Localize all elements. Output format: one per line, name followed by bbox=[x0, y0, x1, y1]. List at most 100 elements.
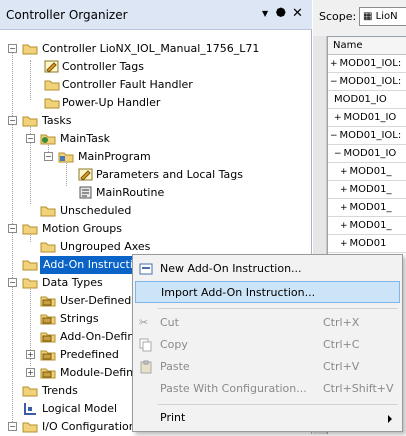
expand-icon[interactable]: + bbox=[340, 239, 348, 249]
tree-item-power-up-handler[interactable]: Power-Up Handler bbox=[0, 94, 312, 112]
expand-icon[interactable]: + bbox=[334, 113, 342, 123]
tag-row[interactable]: + MOD01_IO bbox=[328, 109, 406, 127]
new-instruction-icon bbox=[139, 262, 153, 276]
tree-item-label: Controller Fault Handler bbox=[62, 78, 193, 91]
cut-icon: ✂ bbox=[139, 316, 149, 329]
tags-icon bbox=[44, 60, 60, 73]
tag-row[interactable]: MOD01_IO bbox=[328, 91, 406, 109]
tag-row[interactable]: + MOD01_IOL: bbox=[328, 55, 406, 73]
tag-row[interactable]: + MOD01_ bbox=[328, 163, 406, 181]
menu-item-label: Import Add-On Instruction... bbox=[161, 286, 316, 299]
collapse-icon[interactable]: − bbox=[8, 44, 17, 53]
dropdown-icon[interactable]: ▼ bbox=[262, 9, 268, 18]
folder-icon bbox=[22, 420, 38, 433]
data-type-icon bbox=[40, 366, 56, 379]
folder-icon bbox=[44, 78, 60, 91]
close-icon[interactable]: ✕ bbox=[292, 6, 303, 21]
tree-item-label: Power-Up Handler bbox=[62, 96, 161, 109]
tag-row[interactable]: − MOD01_IOL: bbox=[328, 127, 406, 145]
menu-shortcut: Ctrl+C bbox=[323, 338, 360, 351]
tree-item-label: Strings bbox=[60, 312, 99, 325]
column-header-name[interactable]: Name bbox=[328, 37, 406, 55]
tree-item-controller-fault-handler[interactable]: Controller Fault Handler bbox=[0, 76, 312, 94]
expand-icon[interactable]: + bbox=[340, 167, 348, 177]
data-type-icon bbox=[40, 312, 56, 325]
menu-item-paste[interactable]: Paste Ctrl+V bbox=[135, 356, 400, 378]
menu-item-label: Paste bbox=[160, 360, 190, 373]
data-type-icon bbox=[40, 348, 56, 361]
folder-icon bbox=[22, 276, 38, 289]
expand-icon[interactable]: + bbox=[26, 350, 35, 359]
tag-row[interactable]: + MOD01_ bbox=[328, 181, 406, 199]
tag-row[interactable]: − MOD01_IO bbox=[328, 145, 406, 163]
tree-item-label: Predefined bbox=[60, 348, 119, 361]
collapse-icon[interactable]: − bbox=[330, 77, 338, 87]
tree-item-main-program[interactable]: − MainProgram bbox=[0, 148, 312, 166]
collapse-icon[interactable]: − bbox=[8, 422, 17, 431]
tree-item-tasks[interactable]: − Tasks bbox=[0, 112, 312, 130]
folder-icon bbox=[44, 96, 60, 109]
tree-item-main-routine[interactable]: MainRoutine bbox=[0, 184, 312, 202]
expand-icon[interactable]: + bbox=[330, 59, 338, 69]
tag-name: MOD01_IO bbox=[334, 94, 387, 105]
menu-item-label: New Add-On Instruction... bbox=[160, 262, 302, 275]
paste-icon bbox=[139, 360, 153, 374]
menu-item-label: Print bbox=[160, 411, 186, 424]
expand-icon[interactable]: + bbox=[26, 368, 35, 377]
scope-select[interactable]: ▦ LioN bbox=[359, 7, 406, 26]
tree-item-label: Parameters and Local Tags bbox=[96, 168, 244, 181]
collapse-icon[interactable]: − bbox=[8, 278, 17, 287]
menu-separator bbox=[158, 308, 398, 309]
expand-icon[interactable]: + bbox=[340, 203, 348, 213]
tree-item-label: Controller LioNX_IOL_Manual_1756_L71 bbox=[42, 42, 260, 55]
tags-icon bbox=[78, 168, 94, 181]
folder-icon bbox=[22, 222, 38, 235]
tag-row[interactable]: + MOD01_ bbox=[328, 217, 406, 235]
menu-shortcut: Ctrl+X bbox=[323, 316, 360, 329]
tag-name: MOD01_IOL: bbox=[339, 130, 402, 141]
tree-item-parameters-local-tags[interactable]: Parameters and Local Tags bbox=[0, 166, 312, 184]
menu-item-print[interactable]: Print bbox=[135, 407, 400, 429]
collapse-icon[interactable]: − bbox=[26, 134, 35, 143]
tree-item-motion-groups[interactable]: − Motion Groups bbox=[0, 220, 312, 238]
collapse-icon[interactable]: − bbox=[44, 152, 53, 161]
tree-item-label: User-Defined bbox=[60, 294, 132, 307]
collapse-icon[interactable]: − bbox=[8, 224, 17, 233]
tree-item-controller-tags[interactable]: Controller Tags bbox=[0, 58, 312, 76]
tag-row[interactable]: + MOD01 bbox=[328, 235, 406, 253]
folder-icon bbox=[22, 384, 38, 397]
tag-name: MOD01_IOL: bbox=[339, 58, 402, 69]
submenu-arrow-icon bbox=[388, 415, 392, 423]
pin-icon[interactable]: ⯄ bbox=[276, 6, 286, 21]
data-type-icon bbox=[40, 330, 56, 343]
folder-icon bbox=[40, 204, 56, 217]
collapse-icon[interactable]: − bbox=[8, 116, 17, 125]
collapse-icon[interactable]: − bbox=[334, 149, 342, 159]
tag-row[interactable]: − MOD01_IOL: bbox=[328, 73, 406, 91]
tag-row[interactable]: + MOD01_ bbox=[328, 199, 406, 217]
tag-name: MOD01_ bbox=[349, 184, 392, 195]
task-icon bbox=[40, 132, 56, 145]
menu-item-new-add-on-instruction[interactable]: New Add-On Instruction... bbox=[135, 258, 400, 280]
tree-item-label: Trends bbox=[42, 384, 78, 397]
tree-item-unscheduled[interactable]: Unscheduled bbox=[0, 202, 312, 220]
tag-name: MOD01_IOL: bbox=[339, 76, 402, 87]
menu-item-import-add-on-instruction[interactable]: Import Add-On Instruction... bbox=[135, 281, 400, 303]
logical-model-icon bbox=[22, 402, 38, 415]
tree-item-label: Unscheduled bbox=[60, 204, 132, 217]
folder-icon bbox=[40, 240, 56, 253]
menu-item-cut[interactable]: ✂ Cut Ctrl+X bbox=[135, 312, 400, 334]
scope-label: Scope: bbox=[319, 10, 357, 23]
tag-name: MOD01_IO bbox=[343, 148, 397, 159]
menu-item-copy[interactable]: Copy Ctrl+C bbox=[135, 334, 400, 356]
tag-name: MOD01_ bbox=[349, 166, 392, 177]
tree-item-controller[interactable]: − Controller LioNX_IOL_Manual_1756_L71 bbox=[0, 40, 312, 58]
copy-icon bbox=[139, 338, 153, 352]
tree-item-label: Data Types bbox=[42, 276, 103, 289]
tag-name: MOD01_IO bbox=[343, 112, 397, 123]
menu-item-paste-with-configuration[interactable]: Paste With Configuration... Ctrl+Shift+V bbox=[135, 378, 400, 400]
tree-item-main-task[interactable]: − MainTask bbox=[0, 130, 312, 148]
expand-icon[interactable]: + bbox=[340, 221, 348, 231]
expand-icon[interactable]: + bbox=[340, 185, 348, 195]
collapse-icon[interactable]: − bbox=[330, 131, 338, 141]
